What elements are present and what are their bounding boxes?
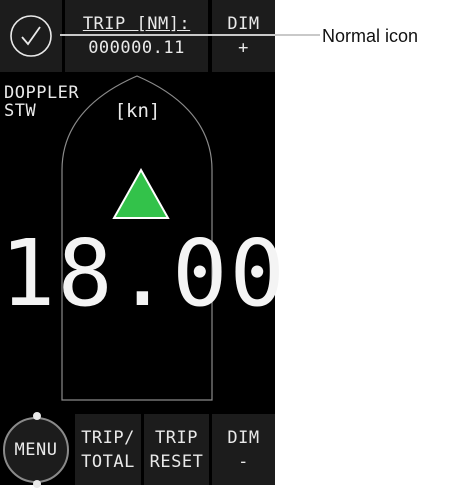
- callout-label: Normal icon: [322, 26, 419, 46]
- speed-value: 18.00: [0, 220, 287, 327]
- menu-label: MENU: [14, 439, 58, 460]
- trip-reset-line1: TRIP: [155, 427, 198, 448]
- dim-down-sign: -: [238, 451, 249, 472]
- callout-leader-line: [60, 34, 320, 36]
- trip-total-line1: TRIP/: [81, 427, 135, 448]
- dim-down-label: DIM: [227, 427, 260, 448]
- bottom-bar: MENU TRIP/ TOTAL TRIP RESET DIM -: [0, 411, 275, 488]
- menu-button[interactable]: MENU: [3, 411, 69, 488]
- trip-reset-button[interactable]: TRIP RESET: [144, 414, 209, 485]
- unit-label: [kn]: [114, 100, 161, 122]
- menu-dot-bottom: [33, 479, 41, 488]
- trip-total-line2: TOTAL: [81, 451, 135, 472]
- menu-dot-top: [33, 411, 41, 420]
- dim-down-button[interactable]: DIM -: [212, 414, 275, 485]
- trip-reset-line2: RESET: [149, 451, 204, 472]
- up-arrow-icon: [112, 168, 170, 219]
- instrument-screen: TRIP [NM]: 000000.11 DIM + DOPPLER STW […: [0, 0, 287, 488]
- menu-cell: MENU: [0, 411, 72, 488]
- trip-total-button[interactable]: TRIP/ TOTAL: [75, 414, 141, 485]
